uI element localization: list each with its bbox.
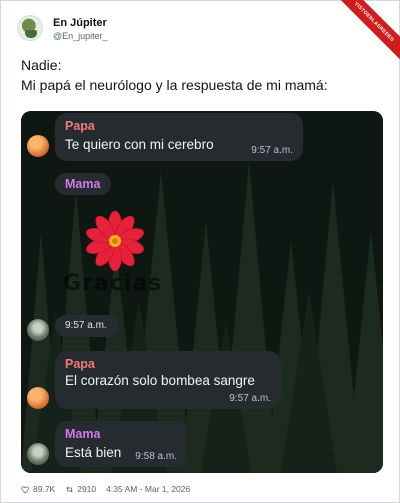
chat-bubble-papa-1: Papa Te quiero con mi cerebro 9:57 a.m. — [55, 113, 303, 161]
sticker-caption: Gracias — [63, 271, 163, 296]
sender-name: Mama — [65, 177, 101, 191]
chat-bubble-papa-2: Papa El corazón solo bombea sangre 9:57 … — [55, 351, 281, 409]
message-text: Está bien — [65, 445, 122, 460]
tweet-timestamp[interactable]: 4:35 AM - Mar 1, 2026 — [106, 484, 190, 494]
flower-sticker — [86, 210, 144, 272]
author-avatar[interactable] — [17, 15, 43, 41]
retweet-count: 2910 — [77, 484, 97, 494]
sender-name: Mama — [65, 427, 101, 441]
chat-bubble-mama-2: Mama Está bien 9:58 a.m. — [55, 421, 187, 467]
message-text: El corazón solo bombea sangre — [65, 373, 255, 388]
sender-name: Papa — [65, 357, 95, 371]
papa-avatar — [27, 387, 49, 409]
papa-avatar — [27, 135, 49, 157]
tweet-header: En Júpiter @En_jupiter_ — [11, 11, 391, 43]
tweet-line-1: Nadie: — [21, 57, 62, 73]
message-time: 9:57 a.m. — [65, 320, 107, 331]
message-time: 9:57 a.m. — [251, 145, 293, 156]
like-stat[interactable]: 89.7K — [21, 484, 55, 494]
retweet-icon — [66, 486, 73, 492]
tweet-footer: 89.7K 2910 4:35 AM - Mar 1, 2026 — [21, 481, 381, 497]
retweet-stat[interactable]: 2910 — [65, 484, 96, 494]
tweet-card: VISTOENLASREDES En Júpiter @En_jupiter_ … — [0, 0, 400, 503]
message-text: Te quiero con mi cerebro — [65, 137, 214, 152]
author-handle[interactable]: @En_jupiter_ — [53, 31, 108, 41]
tweet-line-2: Mi papá el neurólogo y la respuesta de m… — [21, 77, 328, 93]
tweet-text: Nadie: Mi papá el neurólogo y la respues… — [21, 55, 381, 95]
sender-name: Papa — [65, 119, 95, 133]
like-count: 89.7K — [33, 484, 56, 494]
author-name[interactable]: En Júpiter — [53, 17, 107, 29]
mama-avatar — [27, 319, 49, 341]
message-time: 9:58 a.m. — [135, 451, 177, 462]
heart-icon — [21, 485, 29, 493]
tweet-media-screenshot[interactable]: Papa Te quiero con mi cerebro 9:57 a.m. … — [21, 111, 383, 473]
message-time: 9:57 a.m. — [229, 393, 271, 404]
mama-avatar — [27, 443, 49, 465]
chat-bubble-mama-label: Mama — [55, 173, 111, 195]
chat-bubble-mama-time: 9:57 a.m. — [55, 315, 119, 337]
